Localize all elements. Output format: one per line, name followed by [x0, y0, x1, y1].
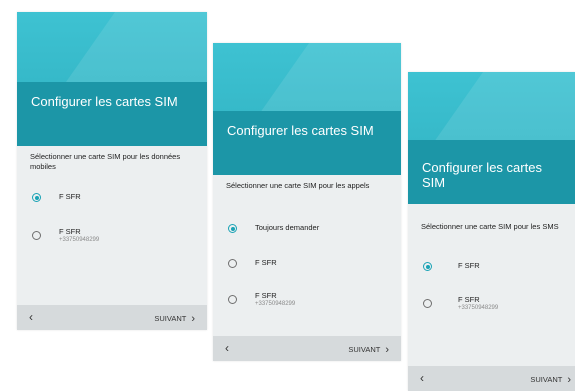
radio-checked-icon[interactable]: [32, 193, 41, 202]
screen-calls: Configurer les cartes SIM Sélectionner u…: [213, 43, 401, 361]
option-label: F SFR: [59, 227, 81, 236]
option-label: Toujours demander: [255, 223, 320, 232]
radio-checked-icon[interactable]: [228, 224, 237, 233]
screen-sms: Configurer les cartes SIM Sélectionner u…: [408, 72, 575, 391]
option-label: F SFR: [458, 295, 480, 304]
chevron-right-icon: ›: [385, 344, 389, 356]
page-title: Configurer les cartes SIM: [31, 94, 178, 109]
title-band: [17, 82, 207, 146]
option-sim-sfr-2[interactable]: F SFR +33750948299: [17, 224, 207, 248]
radio-unchecked-icon[interactable]: [423, 299, 432, 308]
next-button[interactable]: SUIVANT ›: [348, 343, 389, 356]
option-phone-number: +33750948299: [458, 305, 499, 311]
option-always-ask[interactable]: Toujours demander: [213, 217, 401, 241]
bottom-nav: ‹ SUIVANT ›: [17, 305, 207, 330]
page-title: Configurer les cartes SIM: [422, 160, 542, 190]
option-sim-sfr-1[interactable]: F SFR: [213, 252, 401, 276]
chevron-left-icon[interactable]: ‹: [29, 311, 33, 323]
chevron-left-icon[interactable]: ‹: [420, 372, 424, 384]
option-sim-sfr-2[interactable]: F SFR +33750948299: [213, 288, 401, 312]
option-label: F SFR: [255, 258, 277, 267]
sim-prompt: Sélectionner une carte SIM pour les donn…: [30, 152, 181, 171]
option-label: F SFR: [59, 192, 81, 201]
radio-checked-icon[interactable]: [423, 262, 432, 271]
radio-unchecked-icon[interactable]: [228, 295, 237, 304]
chevron-right-icon: ›: [567, 374, 571, 386]
next-label: SUIVANT: [530, 375, 563, 384]
sim-prompt: Sélectionner une carte SIM pour les appe…: [226, 181, 370, 190]
option-sim-sfr-2[interactable]: F SFR +33750948299: [408, 292, 575, 316]
chevron-right-icon: ›: [191, 313, 195, 325]
sim-prompt: Sélectionner une carte SIM pour les SMS: [421, 222, 559, 231]
title-band: [213, 111, 401, 175]
bottom-nav: ‹ SUIVANT ›: [408, 366, 575, 391]
page-title: Configurer les cartes SIM: [227, 123, 374, 138]
radio-unchecked-icon[interactable]: [228, 259, 237, 268]
screen-mobile-data: Configurer les cartes SIM Sélectionner u…: [17, 12, 207, 330]
radio-unchecked-icon[interactable]: [32, 231, 41, 240]
next-button[interactable]: SUIVANT ›: [154, 312, 195, 325]
option-phone-number: +33750948299: [59, 237, 100, 243]
next-button[interactable]: SUIVANT ›: [530, 373, 571, 386]
option-phone-number: +33750948299: [255, 301, 296, 307]
next-label: SUIVANT: [348, 345, 381, 354]
chevron-left-icon[interactable]: ‹: [225, 342, 229, 354]
option-sim-sfr-1[interactable]: F SFR: [17, 186, 207, 210]
option-label: F SFR: [458, 261, 480, 270]
option-sim-sfr-1[interactable]: F SFR: [408, 255, 575, 279]
next-label: SUIVANT: [154, 314, 187, 323]
option-label: F SFR: [255, 291, 277, 300]
bottom-nav: ‹ SUIVANT ›: [213, 336, 401, 361]
